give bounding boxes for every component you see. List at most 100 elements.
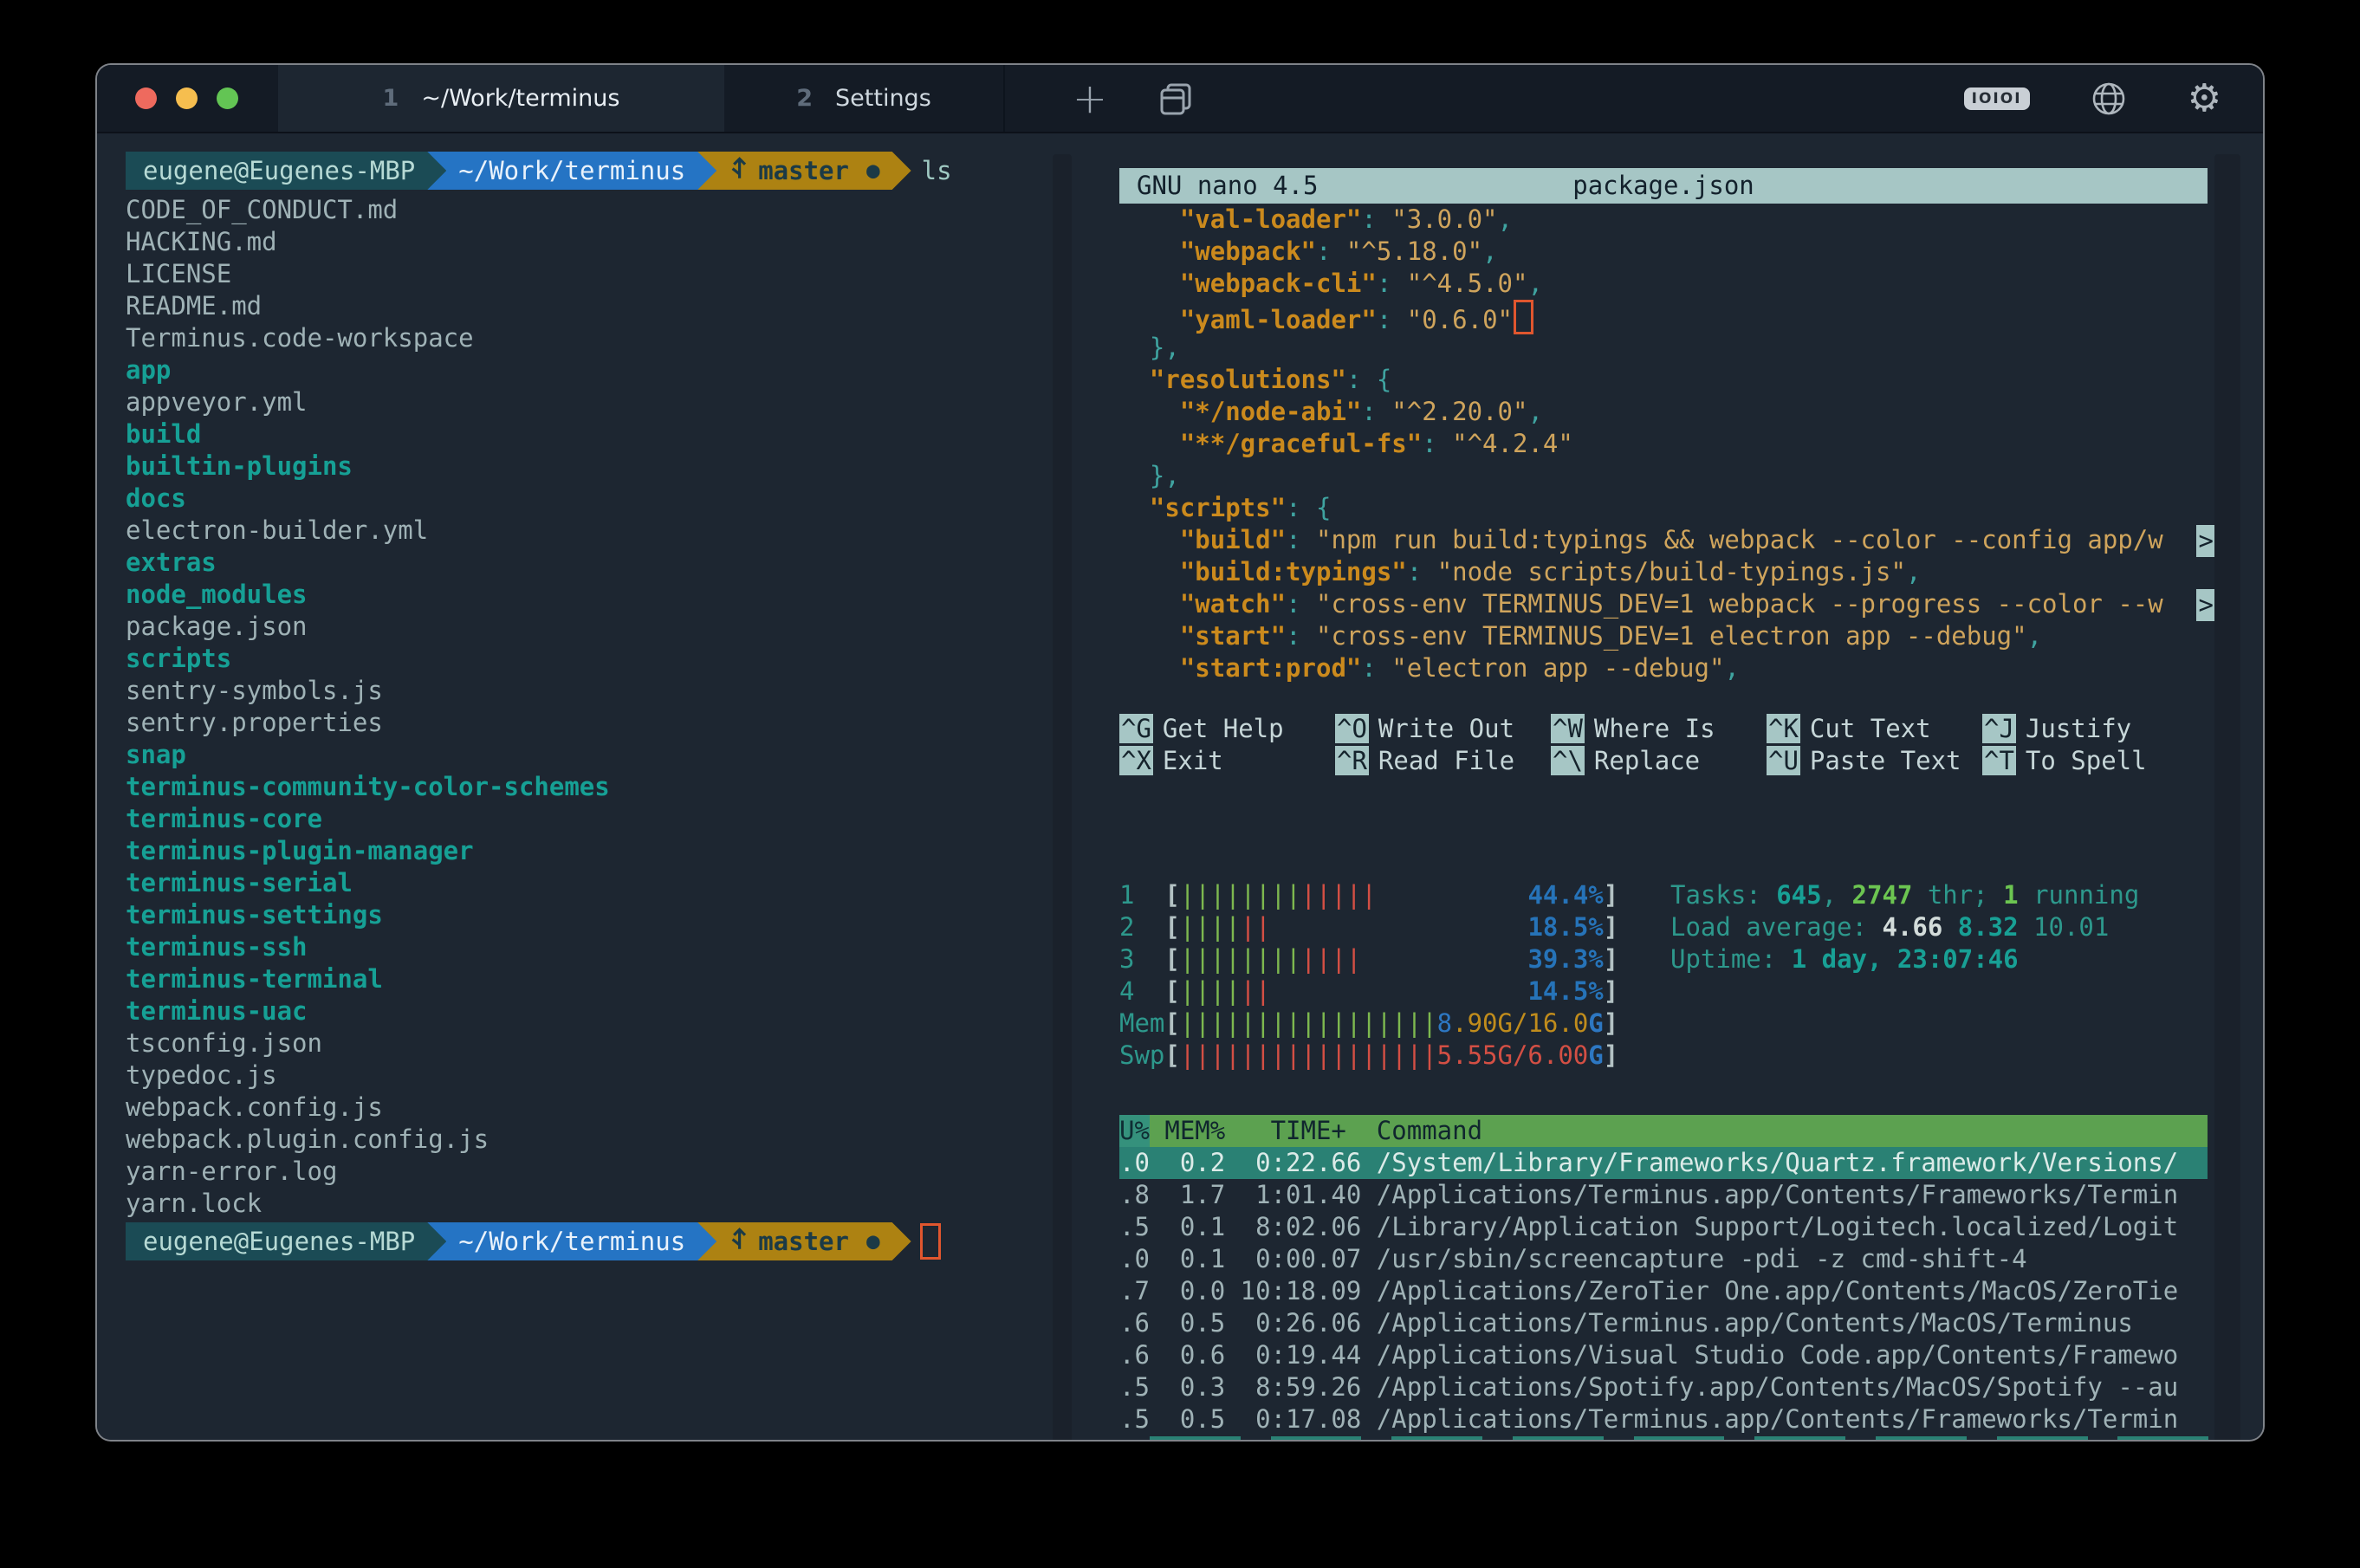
file-entry: CODE_OF_CONDUCT.md	[126, 194, 1074, 226]
left-pane-scrollbar[interactable]	[1053, 154, 1072, 1440]
nano-text-line: "val-loader": "3.0.0",	[1119, 204, 2208, 236]
terminus-window: 1 ~/Work/terminus 2 Settings + IOIOI	[97, 65, 2263, 1440]
fkey-f6[interactable]: F6SortBy	[1724, 1435, 1845, 1440]
fkey-f5[interactable]: F5Tree	[1604, 1435, 1725, 1440]
load-average: Load average: 4.66 8.32 10.01	[1670, 911, 2109, 943]
file-entry: electron-builder.yml	[126, 515, 1074, 547]
process-row[interactable]: .5 0.1 8:02.06 /Library/Application Supp…	[1119, 1211, 2208, 1243]
sort-column-header[interactable]: U%	[1119, 1115, 1150, 1147]
file-name: package.json	[126, 612, 308, 641]
fkey-f3[interactable]: F3Search	[1361, 1435, 1482, 1440]
fkey-f2[interactable]: F2Setup	[1241, 1435, 1362, 1440]
globe-icon[interactable]	[2085, 80, 2132, 118]
git-branch-name: master	[758, 1226, 849, 1258]
meter-value: 5.55G/6.00	[1437, 1040, 1589, 1070]
shortcut-key: ^U	[1767, 746, 1800, 775]
right-pane-scrollbar[interactable]	[2214, 154, 2240, 1440]
shortcut-key: ^\	[1551, 746, 1585, 775]
file-name: yarn.lock	[126, 1189, 262, 1218]
fkey-label: Help	[1150, 1436, 1241, 1440]
split-windows-icon[interactable]	[1145, 65, 1206, 132]
file-entry: README.md	[126, 290, 1074, 322]
tab-title: Settings	[835, 85, 931, 112]
meter-bar-red: ||	[1241, 912, 1271, 942]
file-entry: snap	[126, 739, 1074, 771]
fkey-label: Nice -	[1876, 1436, 1967, 1440]
directory-name: build	[126, 419, 201, 449]
tab-number: 1	[383, 85, 399, 112]
file-entry: sentry-symbols.js	[126, 675, 1074, 707]
process-row[interactable]: .8 1.7 1:01.40 /Applications/Terminus.ap…	[1119, 1179, 2208, 1211]
meter-value: 8	[1437, 1008, 1452, 1038]
fkey-label: Tree	[1634, 1436, 1725, 1440]
nano-shortcut[interactable]: ^WWhere Is	[1551, 713, 1767, 745]
tasks-summary: Tasks: 645, 2747 thr; 1 running	[1670, 879, 2139, 911]
nano-shortcut[interactable]: ^JJustify	[1982, 713, 2198, 745]
process-row[interactable]: .0 0.1 0:00.07 /usr/sbin/screencapture -…	[1119, 1243, 2208, 1275]
minimize-button[interactable]	[176, 87, 198, 109]
file-entry: sentry.properties	[126, 707, 1074, 739]
shortcut-label: Replace	[1594, 746, 1700, 775]
tab-settings[interactable]: 2 Settings	[724, 65, 1005, 132]
zoom-button[interactable]	[217, 87, 238, 109]
process-row[interactable]: .7 0.0 10:18.09 /Applications/ZeroTier O…	[1119, 1275, 2208, 1307]
titlebar: 1 ~/Work/terminus 2 Settings + IOIOI	[97, 65, 2263, 133]
process-row[interactable]: .5 0.3 8:59.26 /Applications/Spotify.app…	[1119, 1371, 2208, 1403]
fkey-f4[interactable]: F4Filter	[1482, 1435, 1604, 1440]
git-branch-icon	[727, 1224, 758, 1260]
meter-label: 3	[1119, 944, 1164, 974]
git-dirty-dot: ●	[866, 1226, 880, 1258]
close-button[interactable]	[135, 87, 157, 109]
meter-label: Mem	[1119, 1008, 1164, 1038]
nano-shortcut[interactable]: ^GGet Help	[1119, 713, 1335, 745]
process-row[interactable]: .6 0.5 0:26.06 /Applications/Terminus.ap…	[1119, 1307, 2208, 1339]
line-overflow-marker: >	[2196, 525, 2216, 557]
shortcut-key: ^W	[1551, 714, 1585, 743]
shell-prompt-bottom: eugene@Eugenes-MBP~/Work/terminusmaster●	[126, 1221, 1074, 1261]
nano-shortcut[interactable]: ^TTo Spell	[1982, 745, 2198, 777]
meter-label: Swp	[1119, 1040, 1164, 1070]
shortcut-label: Get Help	[1163, 714, 1284, 743]
file-entry: terminus-community-color-schemes	[126, 771, 1074, 803]
file-name: appveyor.yml	[126, 387, 308, 417]
nano-shortcut[interactable]: ^UPaste Text	[1767, 745, 1982, 777]
git-branch-icon	[727, 153, 758, 189]
fkey-f1[interactable]: F1Help	[1119, 1435, 1241, 1440]
shortcut-key: ^O	[1335, 714, 1369, 743]
htop-meter: 2 [|||||| 18.5%]Load average: 4.66 8.32 …	[1119, 911, 2263, 943]
git-dirty-dot: ●	[866, 155, 880, 187]
nano-shortcut[interactable]: ^XExit	[1119, 745, 1335, 777]
fkey-f7[interactable]: F7Nice -	[1845, 1435, 1967, 1440]
file-entry: Terminus.code-workspace	[126, 322, 1074, 354]
serial-port-icon[interactable]: IOIOI	[1959, 87, 2035, 111]
nano-cursor	[1514, 300, 1533, 334]
fkey-number: F3	[1361, 1436, 1391, 1440]
fkey-f8[interactable]: F8Nice +	[1967, 1435, 2088, 1440]
nano-shortcut[interactable]: ^OWrite Out	[1335, 713, 1551, 745]
tab-number: 2	[796, 85, 813, 112]
nano-shortcut[interactable]: ^KCut Text	[1767, 713, 1982, 745]
tab-work-terminus[interactable]: 1 ~/Work/terminus	[278, 65, 724, 132]
terminal-pane-right[interactable]: GNU nano 4.5 package.json "val-loader": …	[1074, 133, 2263, 1440]
nano-text-line: "watch": "cross-env TERMINUS_DEV=1 webpa…	[1119, 588, 2208, 620]
process-row[interactable]: .6 0.6 0:19.44 /Applications/Visual Stud…	[1119, 1339, 2208, 1371]
directory-name: builtin-plugins	[126, 451, 353, 481]
gear-icon[interactable]: ⚙	[2182, 79, 2227, 119]
nano-shortcut[interactable]: ^RRead File	[1335, 745, 1551, 777]
file-entry: app	[126, 354, 1074, 386]
process-row[interactable]: .5 0.5 0:17.08 /Applications/Terminus.ap…	[1119, 1403, 2208, 1435]
htop-meters: 1 [||||||||||||| 44.4%]Tasks: 645, 2747 …	[1119, 879, 2263, 1072]
window-content: eugene@Eugenes-MBP~/Work/terminusmaster●…	[97, 133, 2263, 1440]
terminal-pane-left[interactable]: eugene@Eugenes-MBP~/Work/terminusmaster●…	[97, 133, 1074, 1440]
htop-process-list: .0 0.2 0:22.66 /System/Library/Framework…	[1119, 1147, 2263, 1435]
terminal-cursor	[920, 1223, 941, 1260]
process-row[interactable]: .0 0.2 0:22.66 /System/Library/Framework…	[1119, 1147, 2208, 1179]
directory-name: extras	[126, 548, 217, 577]
fkey-f9[interactable]: F9Kill	[2088, 1435, 2209, 1440]
nano-filename: package.json	[1119, 170, 2208, 202]
new-tab-button[interactable]: +	[1064, 65, 1116, 132]
nano-text-line: "webpack-cli": "^4.5.0",	[1119, 268, 2208, 300]
table-header-columns[interactable]: MEM% TIME+ Command	[1150, 1115, 2208, 1147]
nano-shortcut[interactable]: ^\ Replace	[1551, 745, 1767, 777]
tab-title: ~/Work/terminus	[421, 85, 619, 112]
